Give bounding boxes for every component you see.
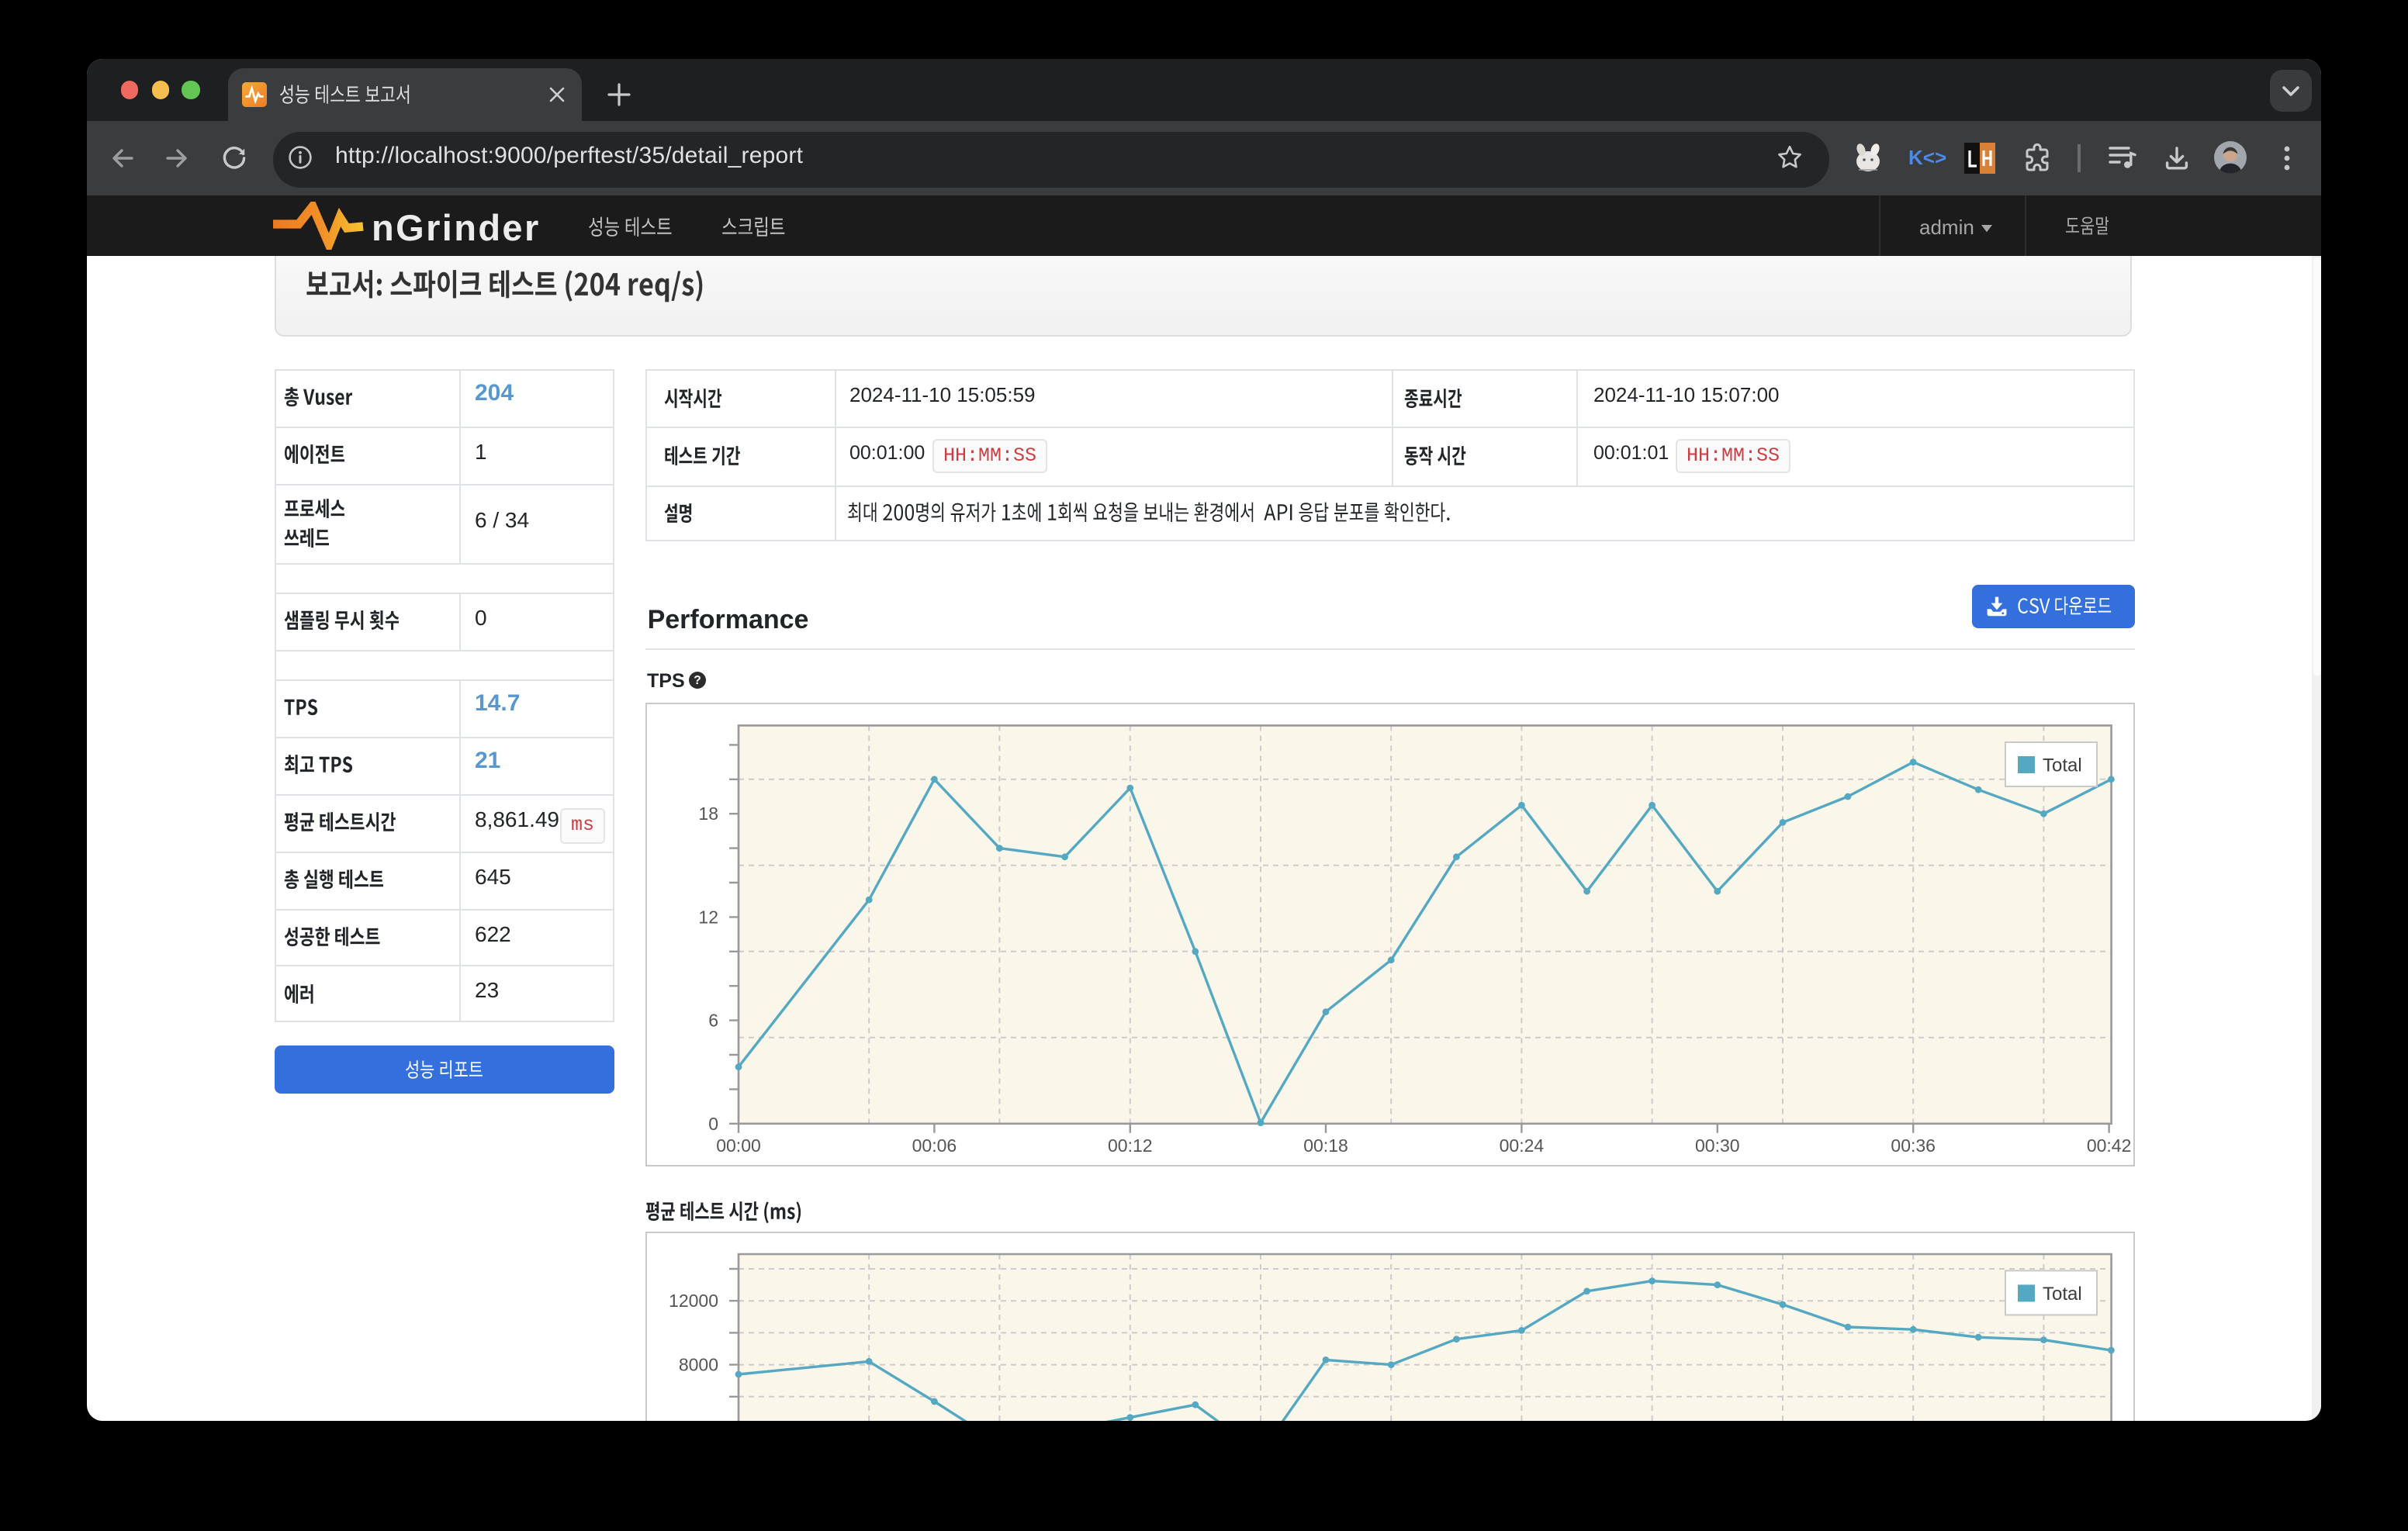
- svg-text:12000: 12000: [668, 1291, 718, 1311]
- svg-text:?: ?: [693, 674, 701, 687]
- svg-text:00:42: 00:42: [2086, 1135, 2131, 1155]
- svg-text:00:24: 00:24: [1499, 1135, 1544, 1155]
- svg-text:00:12: 00:12: [1107, 1135, 1152, 1155]
- svg-text:0: 0: [708, 1113, 718, 1133]
- svg-text:12: 12: [697, 907, 718, 927]
- svg-text:00:36: 00:36: [1890, 1135, 1935, 1155]
- svg-text:00:00: 00:00: [715, 1135, 760, 1155]
- svg-text:Total: Total: [2042, 755, 2081, 776]
- svg-text:8000: 8000: [678, 1354, 718, 1374]
- svg-text:6: 6: [708, 1010, 718, 1030]
- svg-text:00:18: 00:18: [1303, 1135, 1348, 1155]
- svg-text:00:06: 00:06: [912, 1135, 957, 1155]
- svg-text:00:30: 00:30: [1694, 1135, 1739, 1155]
- svg-text:Total: Total: [2042, 1284, 2081, 1305]
- svg-text:18: 18: [697, 804, 718, 824]
